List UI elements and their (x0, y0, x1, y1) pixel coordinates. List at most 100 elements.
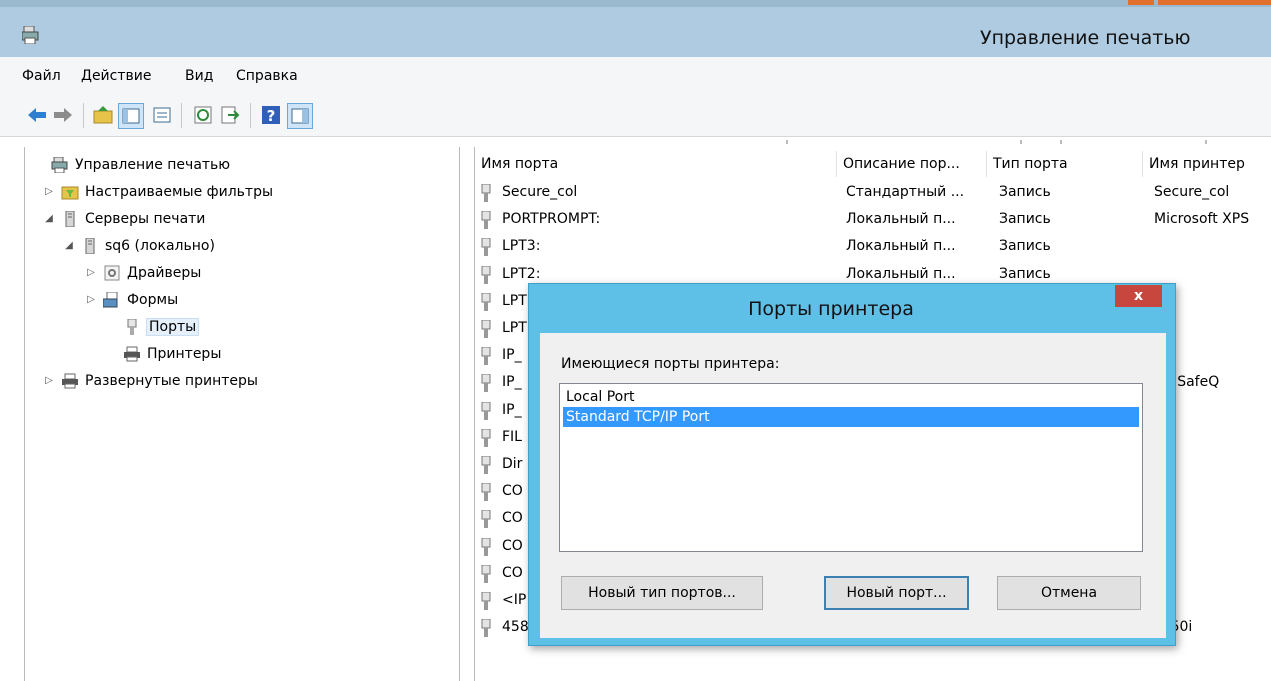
server-icon (81, 237, 99, 254)
tree-expander-icon[interactable]: ◢ (43, 213, 55, 224)
tree-expander-icon[interactable]: ◢ (63, 240, 75, 251)
tree-item-label: Развернутые принтеры (85, 372, 258, 389)
tree-item[interactable]: ◢ sq6 (локально) (33, 232, 453, 259)
cell-type: Запись (999, 238, 1051, 255)
dialog-body: Имеющиеся порты принтера: Local Port Stan… (540, 333, 1166, 638)
cell-type: Запись (999, 184, 1051, 200)
port-icon (481, 510, 491, 529)
tree-item[interactable]: Порты (33, 313, 453, 340)
table-row[interactable]: Secure_col Стандартный ... Запись Secure_co… (480, 180, 1271, 207)
drivers-icon (103, 265, 121, 281)
cell-name: Secure_col (502, 184, 578, 200)
tree-expander-icon[interactable]: ▷ (85, 294, 97, 305)
tree-item[interactable]: ◢ Серверы печати (33, 205, 453, 232)
tree-item[interactable]: Управление печатью (33, 151, 453, 178)
port-icon (481, 483, 491, 502)
cell-desc: Локальный п... (846, 211, 956, 228)
column-header-port-name[interactable]: Имя порта (475, 151, 837, 177)
menu-action[interactable]: Действие (81, 68, 151, 84)
port-icon (481, 619, 491, 638)
export-list-icon[interactable] (218, 103, 242, 127)
cell-printer: Secure_col (1154, 184, 1230, 200)
printer-icon (123, 346, 141, 362)
menu-file[interactable]: Файл (22, 68, 61, 84)
port-icon (481, 592, 491, 610)
server-icon (61, 210, 79, 227)
table-row[interactable]: PORTPROMPT: Локальный п... Запись Microsoft… (480, 207, 1271, 234)
column-header-port-type[interactable]: Тип порта (987, 151, 1143, 177)
menu-view[interactable]: Вид (185, 68, 213, 84)
back-arrow-icon[interactable] (25, 103, 49, 127)
tree-item-label: Порты (145, 317, 200, 336)
cell-name: PORTPROMPT: (502, 211, 601, 228)
tree-item-label: Принтеры (147, 345, 222, 362)
tree-item-label: Серверы печати (85, 210, 206, 227)
tree-item[interactable]: ▷ Развернутые принтеры (33, 367, 453, 394)
port-type-item[interactable]: Standard TCP/IP Port (563, 407, 1139, 427)
available-ports-label: Имеющиеся порты принтера: (561, 356, 780, 372)
available-ports-listbox[interactable]: Local Port Standard TCP/IP Port (559, 383, 1143, 552)
background-window-accent (1158, 0, 1271, 5)
cell-name: LPT2: (502, 265, 541, 282)
up-folder-icon[interactable] (91, 103, 115, 127)
tree-expander-icon[interactable]: ▷ (43, 186, 55, 197)
tree-item[interactable]: Принтеры (33, 340, 453, 367)
printer-icon (61, 373, 79, 389)
tree-item[interactable]: ▷ Формы (33, 286, 453, 313)
port-icon (481, 537, 491, 556)
console-tree[interactable]: Управление печатью ▷ Настраиваемые фильтры… (24, 147, 460, 681)
tree-item-label: Драйверы (127, 264, 202, 281)
print-management-icon (51, 156, 69, 173)
show-hide-tree-icon[interactable] (118, 103, 144, 129)
tree-item[interactable]: ▷ Драйверы (33, 259, 453, 286)
tree-expander-icon[interactable]: ▷ (85, 267, 97, 278)
new-port-type-button[interactable]: Новый тип портов... (561, 576, 763, 610)
port-icon (481, 374, 491, 393)
dialog-title: Порты принтера (748, 298, 914, 320)
toolbar-separator (181, 103, 182, 128)
cell-desc: Локальный п... (846, 265, 956, 282)
cell-printer: Microsoft XPS (1154, 211, 1250, 228)
column-header-description[interactable]: Описание пор... (837, 151, 987, 177)
tree-item[interactable]: ▷ Настраиваемые фильтры (33, 178, 453, 205)
filter-folder-icon (61, 184, 79, 200)
refresh-icon[interactable] (191, 103, 215, 127)
port-icon (481, 292, 491, 311)
window-title: Управление печатью (980, 27, 1191, 49)
forward-arrow-icon[interactable] (51, 103, 75, 127)
cell-type: Запись (999, 211, 1051, 228)
cell-desc: Стандартный ... (846, 184, 965, 200)
cell-desc: Локальный п... (846, 238, 956, 255)
tree-item-label: Формы (127, 291, 179, 308)
tree-item-label: Настраиваемые фильтры (85, 183, 274, 200)
printer-ports-dialog[interactable]: Порты принтера x Имеющиеся порты принтер… (528, 283, 1176, 646)
show-hide-list-icon[interactable] (150, 103, 174, 127)
table-row[interactable]: LPT3: Локальный п... Запись (480, 234, 1271, 261)
print-management-icon[interactable] (22, 26, 44, 44)
help-icon[interactable]: ? (259, 103, 283, 127)
new-port-button[interactable]: Новый порт... (824, 576, 969, 610)
column-header-printer-name[interactable]: Имя принтер (1143, 151, 1271, 177)
column-resize-marks (786, 140, 1207, 144)
toolbar-separator (250, 103, 251, 128)
cancel-button[interactable]: Отмена (997, 576, 1141, 610)
menu-help[interactable]: Справка (236, 68, 298, 84)
tree-item-label: sq6 (локально) (105, 237, 215, 254)
toolbar-separator (83, 103, 84, 128)
svg-text:?: ? (267, 107, 276, 125)
port-icon (481, 428, 491, 447)
close-button[interactable]: x (1115, 285, 1162, 307)
port-icon (481, 564, 491, 583)
forms-icon (102, 291, 121, 308)
port-icon (481, 401, 491, 420)
tree-expander-icon[interactable]: ▷ (43, 375, 55, 386)
cell-name: LPT3: (502, 238, 541, 255)
port-icon (481, 184, 491, 202)
port-type-item[interactable]: Local Port (563, 387, 1139, 407)
port-icon (481, 347, 491, 366)
port-icon (481, 238, 491, 257)
port-icon (123, 318, 141, 335)
background-window-accent (1128, 0, 1154, 5)
action-pane-icon[interactable] (287, 103, 313, 129)
port-icon (481, 456, 491, 474)
